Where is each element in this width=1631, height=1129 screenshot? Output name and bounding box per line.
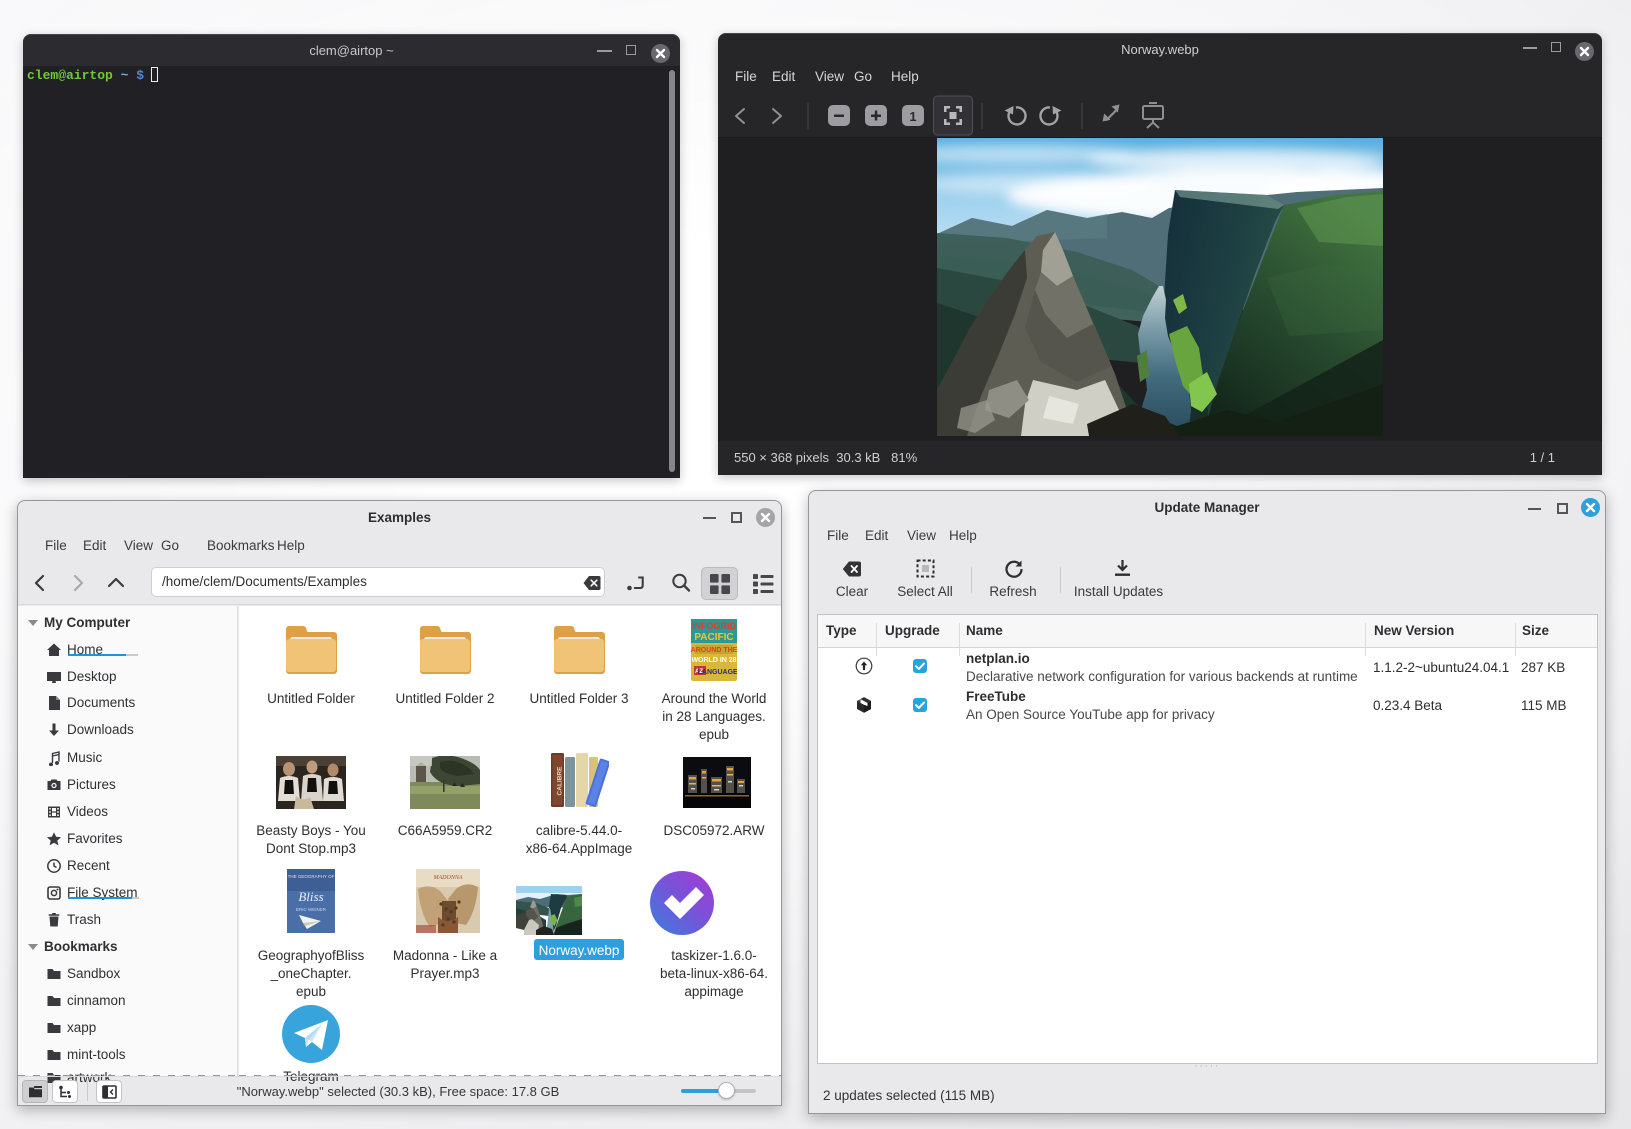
- svg-text:THE GEOGRAPHY OF: THE GEOGRAPHY OF: [288, 874, 335, 879]
- svg-text:LANGUAGES: LANGUAGES: [698, 669, 737, 676]
- svg-text:WORLD IN 28: WORLD IN 28: [691, 657, 736, 664]
- svg-text:Bliss: Bliss: [298, 889, 323, 904]
- svg-text:AROUND THE: AROUND THE: [691, 647, 737, 654]
- svg-text:MADONNA: MADONNA: [433, 875, 463, 881]
- svg-text:PACIFIC: PACIFIC: [694, 632, 733, 643]
- svg-text:1: 1: [909, 109, 916, 124]
- svg-text:INFOGRID: INFOGRID: [692, 621, 736, 631]
- svg-text:ERIC WEINER: ERIC WEINER: [296, 907, 327, 912]
- svg-text:CALIBRE: CALIBRE: [557, 766, 564, 796]
